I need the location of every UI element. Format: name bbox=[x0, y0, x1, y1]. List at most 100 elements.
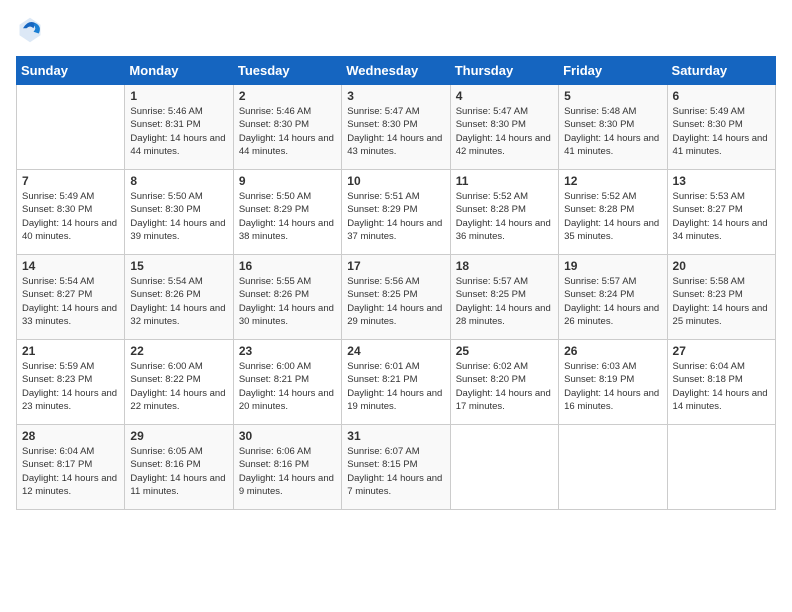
sunrise-label: Sunrise: 5:54 AM bbox=[130, 276, 202, 287]
daylight-label: Daylight: 14 hours and 35 minutes. bbox=[564, 218, 659, 242]
day-number: 24 bbox=[347, 344, 444, 358]
calendar-cell: 18 Sunrise: 5:57 AM Sunset: 8:25 PM Dayl… bbox=[450, 255, 558, 340]
day-number: 19 bbox=[564, 259, 661, 273]
sunrise-label: Sunrise: 6:00 AM bbox=[239, 361, 311, 372]
weekday-header-friday: Friday bbox=[559, 57, 667, 85]
daylight-label: Daylight: 14 hours and 34 minutes. bbox=[673, 218, 768, 242]
day-number: 23 bbox=[239, 344, 336, 358]
calendar-cell: 1 Sunrise: 5:46 AM Sunset: 8:31 PM Dayli… bbox=[125, 85, 233, 170]
sunrise-label: Sunrise: 5:53 AM bbox=[673, 191, 745, 202]
cell-info: Sunrise: 6:04 AM Sunset: 8:17 PM Dayligh… bbox=[22, 445, 119, 498]
daylight-label: Daylight: 14 hours and 32 minutes. bbox=[130, 303, 225, 327]
day-number: 17 bbox=[347, 259, 444, 273]
sunset-label: Sunset: 8:23 PM bbox=[673, 289, 743, 300]
cell-info: Sunrise: 6:01 AM Sunset: 8:21 PM Dayligh… bbox=[347, 360, 444, 413]
sunrise-label: Sunrise: 6:00 AM bbox=[130, 361, 202, 372]
calendar-cell: 31 Sunrise: 6:07 AM Sunset: 8:15 PM Dayl… bbox=[342, 425, 450, 510]
day-number: 16 bbox=[239, 259, 336, 273]
day-number: 21 bbox=[22, 344, 119, 358]
day-number: 15 bbox=[130, 259, 227, 273]
calendar-cell: 20 Sunrise: 5:58 AM Sunset: 8:23 PM Dayl… bbox=[667, 255, 775, 340]
daylight-label: Daylight: 14 hours and 16 minutes. bbox=[564, 388, 659, 412]
daylight-label: Daylight: 14 hours and 20 minutes. bbox=[239, 388, 334, 412]
day-number: 2 bbox=[239, 89, 336, 103]
sunrise-label: Sunrise: 5:52 AM bbox=[456, 191, 528, 202]
weekday-header-tuesday: Tuesday bbox=[233, 57, 341, 85]
calendar-cell: 24 Sunrise: 6:01 AM Sunset: 8:21 PM Dayl… bbox=[342, 340, 450, 425]
cell-info: Sunrise: 6:00 AM Sunset: 8:22 PM Dayligh… bbox=[130, 360, 227, 413]
daylight-label: Daylight: 14 hours and 44 minutes. bbox=[239, 133, 334, 157]
day-number: 11 bbox=[456, 174, 553, 188]
cell-info: Sunrise: 5:56 AM Sunset: 8:25 PM Dayligh… bbox=[347, 275, 444, 328]
sunrise-label: Sunrise: 5:52 AM bbox=[564, 191, 636, 202]
day-number: 22 bbox=[130, 344, 227, 358]
sunrise-label: Sunrise: 5:46 AM bbox=[239, 106, 311, 117]
daylight-label: Daylight: 14 hours and 38 minutes. bbox=[239, 218, 334, 242]
sunrise-label: Sunrise: 6:02 AM bbox=[456, 361, 528, 372]
sunset-label: Sunset: 8:30 PM bbox=[673, 119, 743, 130]
day-number: 12 bbox=[564, 174, 661, 188]
daylight-label: Daylight: 14 hours and 11 minutes. bbox=[130, 473, 225, 497]
sunrise-label: Sunrise: 6:05 AM bbox=[130, 446, 202, 457]
daylight-label: Daylight: 14 hours and 14 minutes. bbox=[673, 388, 768, 412]
day-number: 20 bbox=[673, 259, 770, 273]
sunset-label: Sunset: 8:30 PM bbox=[347, 119, 417, 130]
day-number: 10 bbox=[347, 174, 444, 188]
calendar-cell: 11 Sunrise: 5:52 AM Sunset: 8:28 PM Dayl… bbox=[450, 170, 558, 255]
cell-info: Sunrise: 5:50 AM Sunset: 8:29 PM Dayligh… bbox=[239, 190, 336, 243]
calendar-cell: 8 Sunrise: 5:50 AM Sunset: 8:30 PM Dayli… bbox=[125, 170, 233, 255]
cell-info: Sunrise: 6:00 AM Sunset: 8:21 PM Dayligh… bbox=[239, 360, 336, 413]
calendar-week-row: 28 Sunrise: 6:04 AM Sunset: 8:17 PM Dayl… bbox=[17, 425, 776, 510]
sunrise-label: Sunrise: 5:48 AM bbox=[564, 106, 636, 117]
cell-info: Sunrise: 5:47 AM Sunset: 8:30 PM Dayligh… bbox=[347, 105, 444, 158]
day-number: 8 bbox=[130, 174, 227, 188]
cell-info: Sunrise: 5:53 AM Sunset: 8:27 PM Dayligh… bbox=[673, 190, 770, 243]
calendar-cell: 28 Sunrise: 6:04 AM Sunset: 8:17 PM Dayl… bbox=[17, 425, 125, 510]
daylight-label: Daylight: 14 hours and 42 minutes. bbox=[456, 133, 551, 157]
sunset-label: Sunset: 8:31 PM bbox=[130, 119, 200, 130]
cell-info: Sunrise: 6:02 AM Sunset: 8:20 PM Dayligh… bbox=[456, 360, 553, 413]
sunset-label: Sunset: 8:24 PM bbox=[564, 289, 634, 300]
weekday-header-saturday: Saturday bbox=[667, 57, 775, 85]
calendar-week-row: 7 Sunrise: 5:49 AM Sunset: 8:30 PM Dayli… bbox=[17, 170, 776, 255]
daylight-label: Daylight: 14 hours and 44 minutes. bbox=[130, 133, 225, 157]
sunset-label: Sunset: 8:27 PM bbox=[673, 204, 743, 215]
sunset-label: Sunset: 8:17 PM bbox=[22, 459, 92, 470]
sunrise-label: Sunrise: 6:03 AM bbox=[564, 361, 636, 372]
calendar-cell: 26 Sunrise: 6:03 AM Sunset: 8:19 PM Dayl… bbox=[559, 340, 667, 425]
sunrise-label: Sunrise: 6:07 AM bbox=[347, 446, 419, 457]
daylight-label: Daylight: 14 hours and 39 minutes. bbox=[130, 218, 225, 242]
sunrise-label: Sunrise: 5:57 AM bbox=[564, 276, 636, 287]
calendar-cell: 27 Sunrise: 6:04 AM Sunset: 8:18 PM Dayl… bbox=[667, 340, 775, 425]
daylight-label: Daylight: 14 hours and 19 minutes. bbox=[347, 388, 442, 412]
sunrise-label: Sunrise: 5:46 AM bbox=[130, 106, 202, 117]
sunrise-label: Sunrise: 5:47 AM bbox=[347, 106, 419, 117]
page-header bbox=[16, 16, 776, 44]
sunrise-label: Sunrise: 6:06 AM bbox=[239, 446, 311, 457]
day-number: 26 bbox=[564, 344, 661, 358]
daylight-label: Daylight: 14 hours and 41 minutes. bbox=[673, 133, 768, 157]
sunrise-label: Sunrise: 5:50 AM bbox=[130, 191, 202, 202]
sunrise-label: Sunrise: 5:50 AM bbox=[239, 191, 311, 202]
sunrise-label: Sunrise: 5:55 AM bbox=[239, 276, 311, 287]
sunrise-label: Sunrise: 5:47 AM bbox=[456, 106, 528, 117]
weekday-header-row: SundayMondayTuesdayWednesdayThursdayFrid… bbox=[17, 57, 776, 85]
sunset-label: Sunset: 8:30 PM bbox=[239, 119, 309, 130]
daylight-label: Daylight: 14 hours and 26 minutes. bbox=[564, 303, 659, 327]
sunset-label: Sunset: 8:21 PM bbox=[239, 374, 309, 385]
daylight-label: Daylight: 14 hours and 30 minutes. bbox=[239, 303, 334, 327]
daylight-label: Daylight: 14 hours and 23 minutes. bbox=[22, 388, 117, 412]
cell-info: Sunrise: 5:54 AM Sunset: 8:26 PM Dayligh… bbox=[130, 275, 227, 328]
cell-info: Sunrise: 6:06 AM Sunset: 8:16 PM Dayligh… bbox=[239, 445, 336, 498]
calendar-cell bbox=[17, 85, 125, 170]
calendar-cell: 4 Sunrise: 5:47 AM Sunset: 8:30 PM Dayli… bbox=[450, 85, 558, 170]
sunrise-label: Sunrise: 5:51 AM bbox=[347, 191, 419, 202]
day-number: 1 bbox=[130, 89, 227, 103]
sunset-label: Sunset: 8:30 PM bbox=[456, 119, 526, 130]
cell-info: Sunrise: 5:54 AM Sunset: 8:27 PM Dayligh… bbox=[22, 275, 119, 328]
daylight-label: Daylight: 14 hours and 41 minutes. bbox=[564, 133, 659, 157]
calendar-cell: 13 Sunrise: 5:53 AM Sunset: 8:27 PM Dayl… bbox=[667, 170, 775, 255]
sunset-label: Sunset: 8:29 PM bbox=[239, 204, 309, 215]
cell-info: Sunrise: 5:46 AM Sunset: 8:30 PM Dayligh… bbox=[239, 105, 336, 158]
day-number: 5 bbox=[564, 89, 661, 103]
